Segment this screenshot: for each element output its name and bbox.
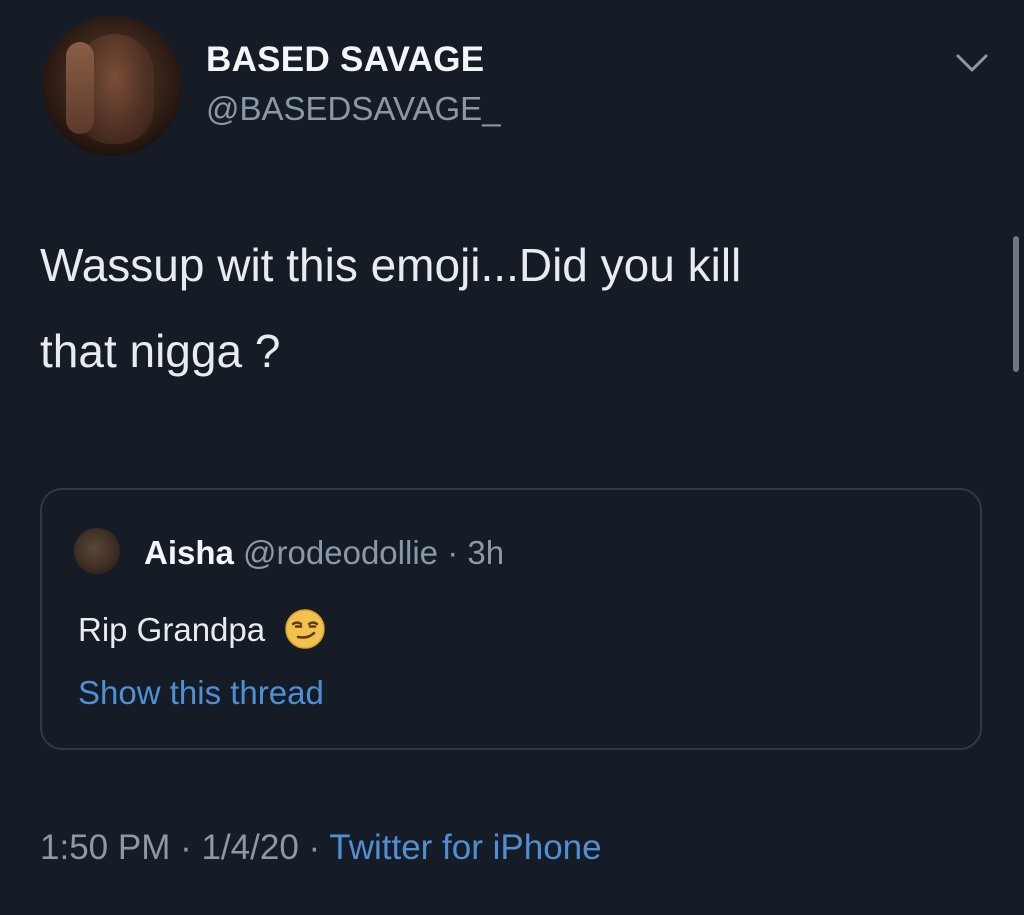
chevron-down-icon[interactable] — [952, 50, 992, 76]
quoted-tweet-age: 3h — [467, 534, 505, 571]
tweet-text-line-2: that nigga ? — [40, 325, 281, 377]
quoted-separator: · — [447, 534, 459, 571]
tweet-time[interactable]: 1:50 PM — [40, 828, 170, 867]
tweet-date[interactable]: 1/4/20 — [201, 828, 298, 867]
quoted-tweet-card[interactable]: Aisha @rodeodollie · 3h Rip Grandpa Show… — [40, 488, 982, 750]
quoted-author-name[interactable]: Aisha — [144, 534, 234, 571]
show-thread-link[interactable]: Show this thread — [78, 674, 324, 712]
quoted-tweet-text: Rip Grandpa — [78, 611, 266, 648]
quoted-author-handle[interactable]: @rodeodollie — [243, 534, 438, 571]
smirking-face-emoji-icon — [285, 609, 326, 649]
quoted-author-avatar[interactable] — [74, 528, 120, 574]
tweet-text: Wassup wit this emoji...Did you kill tha… — [40, 222, 960, 394]
avatar-hand — [66, 42, 94, 134]
author-display-name[interactable]: BASED SAVAGE — [206, 40, 484, 80]
quoted-tweet-header: Aisha @rodeodollie · 3h — [144, 534, 504, 572]
scrollbar[interactable] — [1013, 236, 1019, 372]
quoted-tweet-text-row: Rip Grandpa — [78, 608, 326, 650]
tweet-source-link[interactable]: Twitter for iPhone — [329, 828, 601, 867]
tweet-text-line-1: Wassup wit this emoji...Did you kill — [40, 239, 742, 291]
meta-separator-2: · — [298, 828, 330, 867]
meta-separator-1: · — [170, 828, 202, 867]
tweet-meta: 1:50 PM · 1/4/20 · Twitter for iPhone — [40, 828, 602, 868]
tweet-detail: BASED SAVAGE @BASEDSAVAGE_ Wassup wit th… — [0, 0, 1024, 915]
author-handle[interactable]: @BASEDSAVAGE_ — [206, 90, 501, 128]
author-avatar[interactable] — [42, 16, 182, 156]
